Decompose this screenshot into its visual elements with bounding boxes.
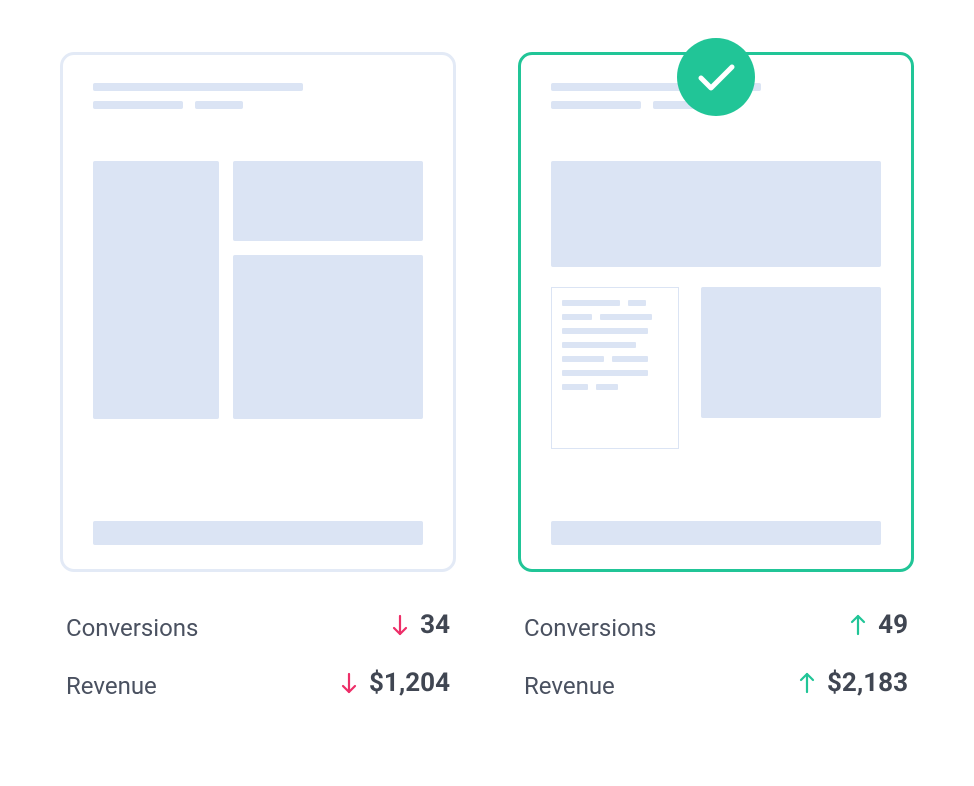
arrow-down-icon — [390, 615, 410, 635]
revenue-value: $2,183 — [827, 668, 908, 698]
arrow-down-icon — [339, 673, 359, 693]
placeholder-footer-bar — [93, 521, 423, 545]
variant-a-revenue-row: Revenue $1,204 — [66, 668, 450, 700]
arrow-up-icon — [797, 673, 817, 693]
revenue-value: $1,204 — [369, 668, 450, 698]
variant-b: Conversions 49 Revenue $2,183 — [518, 52, 914, 700]
variant-b-preview-card[interactable] — [518, 52, 914, 572]
variant-a-conversions-row: Conversions 34 — [66, 610, 450, 642]
variant-b-metrics: Conversions 49 Revenue $2,183 — [518, 610, 914, 700]
placeholder-subtitle-row — [93, 101, 423, 109]
placeholder-title-bar — [93, 83, 303, 91]
conversions-label: Conversions — [66, 614, 198, 642]
variant-comparison: Conversions 34 Revenue $1,204 — [60, 52, 914, 700]
placeholder-body-b — [551, 161, 881, 449]
arrow-up-icon — [848, 615, 868, 635]
variant-b-revenue-row: Revenue $2,183 — [524, 668, 908, 700]
placeholder-footer-bar — [551, 521, 881, 545]
conversions-label: Conversions — [524, 614, 656, 642]
variant-b-conversions-row: Conversions 49 — [524, 610, 908, 642]
placeholder-text-panel — [551, 287, 679, 449]
conversions-value: 49 — [878, 610, 908, 640]
variant-a: Conversions 34 Revenue $1,204 — [60, 52, 456, 700]
revenue-label: Revenue — [66, 672, 157, 700]
variant-a-metrics: Conversions 34 Revenue $1,204 — [60, 610, 456, 700]
variant-a-preview-card[interactable] — [60, 52, 456, 572]
conversions-value: 34 — [420, 610, 450, 640]
winner-check-badge — [677, 38, 755, 116]
placeholder-body-a — [93, 161, 423, 419]
revenue-label: Revenue — [524, 672, 615, 700]
